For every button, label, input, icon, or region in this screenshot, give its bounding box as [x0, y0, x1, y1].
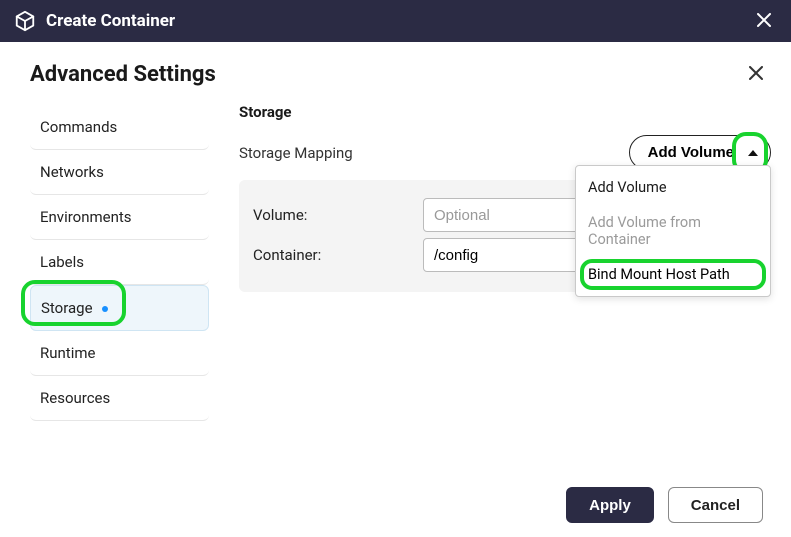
dropdown-item-bind-mount-host-path[interactable]: Bind Mount Host Path — [576, 257, 770, 292]
sidebar-item-networks[interactable]: Networks — [30, 150, 209, 195]
volume-label: Volume: — [253, 206, 423, 224]
titlebar: Create Container — [0, 0, 791, 42]
sidebar-item-storage[interactable]: Storage — [30, 285, 209, 331]
page-title: Advanced Settings — [30, 62, 743, 87]
dropdown-item-label: Bind Mount Host Path — [588, 266, 730, 283]
sidebar-item-label: Resources — [40, 389, 110, 407]
sidebar-item-label: Runtime — [40, 344, 95, 362]
sidebar-item-resources[interactable]: Resources — [30, 376, 209, 421]
add-volume-dropdown: Add Volume Add Volume from Container Bin… — [575, 165, 771, 297]
container-label: Container: — [253, 246, 423, 264]
chevron-up-icon — [748, 150, 758, 156]
sidebar-item-label: Storage — [41, 299, 93, 317]
apply-button[interactable]: Apply — [566, 487, 654, 523]
section-title: Storage — [239, 103, 771, 121]
subtitle-row: Advanced Settings — [0, 42, 791, 99]
footer: Apply Cancel — [566, 487, 763, 523]
dialog-close-button[interactable] — [743, 60, 769, 89]
titlebar-title: Create Container — [46, 11, 751, 31]
sidebar-item-label: Commands — [40, 118, 117, 136]
add-volume-label: Add Volume — [648, 144, 734, 161]
dropdown-item-add-volume[interactable]: Add Volume — [576, 170, 770, 205]
mapping-label: Storage Mapping — [239, 144, 629, 162]
sidebar-item-runtime[interactable]: Runtime — [30, 331, 209, 376]
sidebar-item-commands[interactable]: Commands — [30, 105, 209, 150]
sidebar: Commands Networks Environments Labels St… — [20, 99, 215, 421]
sidebar-item-label: Labels — [40, 253, 84, 271]
modified-dot-icon — [102, 306, 108, 312]
apply-label: Apply — [589, 497, 631, 514]
sidebar-item-environments[interactable]: Environments — [30, 195, 209, 240]
dropdown-item-label: Add Volume from Container — [588, 214, 701, 248]
content: Commands Networks Environments Labels St… — [0, 99, 791, 421]
sidebar-item-label: Environments — [40, 208, 132, 226]
main-pane: Storage Storage Mapping Add Volume Volum… — [215, 99, 771, 421]
dropdown-item-add-volume-from-container: Add Volume from Container — [576, 205, 770, 257]
titlebar-close-button[interactable] — [751, 7, 777, 36]
sidebar-item-labels[interactable]: Labels — [30, 240, 209, 285]
cube-icon — [14, 10, 36, 32]
dropdown-item-label: Add Volume — [588, 179, 667, 196]
cancel-button[interactable]: Cancel — [668, 487, 763, 523]
cancel-label: Cancel — [691, 497, 740, 514]
sidebar-item-label: Networks — [40, 163, 104, 181]
